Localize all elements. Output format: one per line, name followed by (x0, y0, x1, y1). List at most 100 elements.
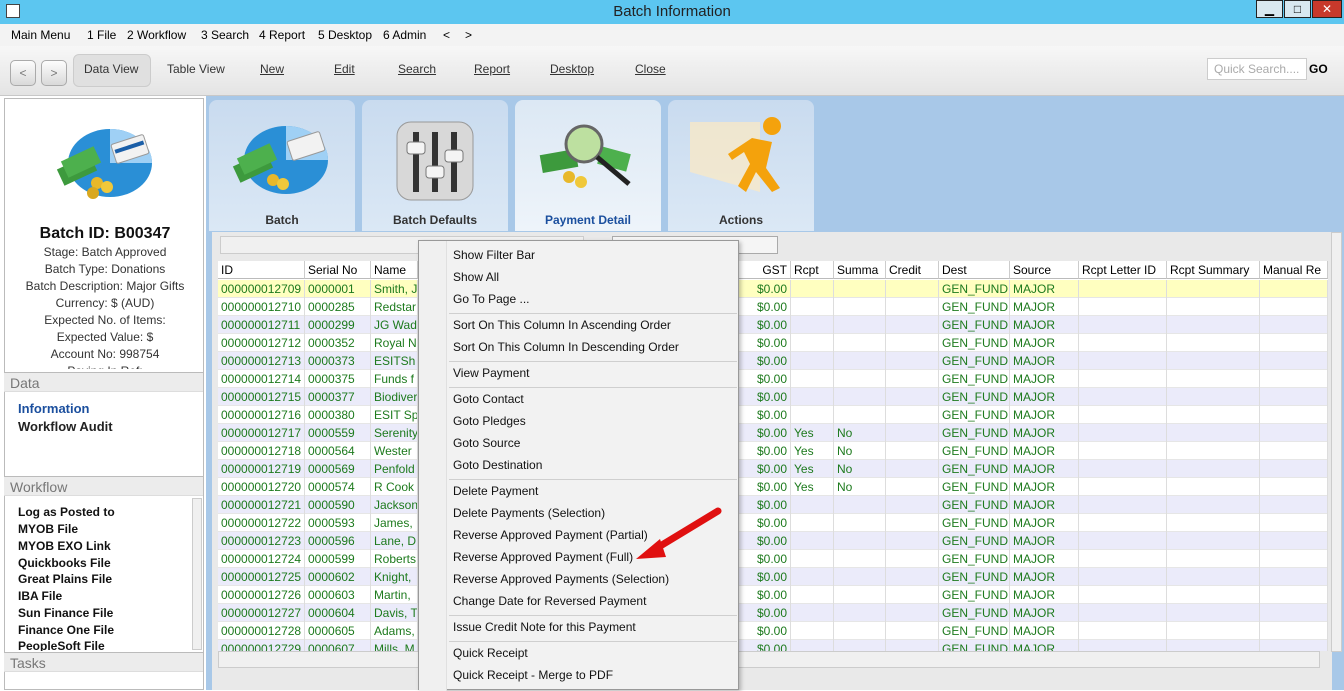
menu-item-goto-contact[interactable]: Goto Contact (453, 392, 524, 406)
table-row[interactable]: 000000012729 0000607 Mills, M $0.00 GEN_FUND… (218, 640, 1328, 651)
menu-item-quick-receipt[interactable]: Quick Receipt (453, 646, 528, 660)
table-row[interactable]: 000000012714 0000375 Funds f $0.00 GEN_FUND M… (218, 370, 1328, 388)
wf-iba[interactable]: IBA File (18, 589, 62, 603)
grid-vertical-scrollbar[interactable] (1331, 232, 1342, 652)
menu-item-issue-credit-note[interactable]: Issue Credit Note for this Payment (453, 620, 636, 634)
forward-button[interactable]: > (41, 60, 67, 86)
table-row[interactable]: 000000012710 0000285 Redstar $0.00 GEN_FUND M… (218, 298, 1328, 316)
close-window-icon[interactable]: ✕ (1312, 0, 1342, 18)
table-row[interactable]: 000000012720 0000574 R Cook $0.00 Yes No GEN_F… (218, 478, 1328, 496)
information-link[interactable]: Information (18, 401, 90, 416)
table-row[interactable]: 000000012715 0000377 Biodiver $0.00 GEN_FUND… (218, 388, 1328, 406)
table-row[interactable]: 000000012709 0000001 Smith, J $0.00 GEN_FUND… (218, 280, 1328, 298)
workflow-section-header[interactable]: Workflow (4, 476, 203, 496)
close-button[interactable]: Close (635, 62, 666, 76)
tab-batch[interactable]: Batch (209, 100, 355, 231)
menu-item-show-all[interactable]: Show All (453, 270, 499, 284)
menu-item-sort-ascending[interactable]: Sort On This Column In Ascending Order (453, 318, 671, 332)
wf-myob-file[interactable]: MYOB File (18, 522, 78, 536)
menu-item-go-to-page[interactable]: Go To Page ... (453, 292, 530, 306)
menu-item-goto-source[interactable]: Goto Source (453, 436, 520, 450)
table-view-button[interactable]: Table View (167, 62, 225, 76)
table-row[interactable]: 000000012713 0000373 ESITSh $0.00 GEN_FUND MA… (218, 352, 1328, 370)
menu-item-reverse-payment-full[interactable]: Reverse Approved Payment (Full) (453, 550, 633, 564)
col-manual[interactable]: Manual Re (1260, 261, 1328, 279)
menu-item-delete-payments-selection[interactable]: Delete Payments (Selection) (453, 506, 605, 520)
quick-search-input[interactable]: Quick Search.... (1207, 58, 1307, 80)
wf-quickbooks[interactable]: Quickbooks File (18, 556, 111, 570)
tasks-section-header[interactable]: Tasks (4, 652, 203, 672)
menu-desktop[interactable]: 5 Desktop (318, 28, 372, 42)
tab-payment-detail[interactable]: Payment Detail (515, 100, 661, 231)
table-row[interactable]: 000000012728 0000605 Adams, $0.00 GEN_FUND MA… (218, 622, 1328, 640)
table-cell (886, 550, 939, 568)
workflow-audit-link[interactable]: Workflow Audit (18, 419, 113, 434)
col-serial[interactable]: Serial No (305, 261, 371, 279)
table-row[interactable]: 000000012724 0000599 Roberts $0.00 GEN_FUND M… (218, 550, 1328, 568)
search-button[interactable]: Search (398, 62, 436, 76)
table-cell (886, 586, 939, 604)
wf-log-posted[interactable]: Log as Posted to (18, 505, 115, 519)
report-button[interactable]: Report (474, 62, 510, 76)
menu-item-sort-descending[interactable]: Sort On This Column In Descending Order (453, 340, 679, 354)
back-button[interactable]: < (10, 60, 36, 86)
menu-admin[interactable]: 6 Admin (383, 28, 426, 42)
table-cell: GEN_FUND (939, 622, 1010, 640)
col-gst[interactable]: GST (738, 261, 791, 279)
menu-main[interactable]: Main Menu (11, 28, 70, 42)
table-row[interactable]: 000000012719 0000569 Penfold $0.00 Yes No GEN_… (218, 460, 1328, 478)
table-row[interactable]: 000000012717 0000559 Serenity $0.00 Yes No GEN… (218, 424, 1328, 442)
tab-batch-defaults[interactable]: Batch Defaults (362, 100, 508, 231)
wf-peoplesoft[interactable]: PeopleSoft File (18, 639, 105, 651)
table-row[interactable]: 000000012716 0000380 ESIT Sp $0.00 GEN_FUND M… (218, 406, 1328, 424)
desktop-button[interactable]: Desktop (550, 62, 594, 76)
data-view-button[interactable]: Data View (84, 62, 138, 76)
table-row[interactable]: 000000012712 0000352 Royal N $0.00 GEN_FUND M… (218, 334, 1328, 352)
col-rcpt-summary[interactable]: Rcpt Summary (1167, 261, 1260, 279)
menu-scroll-left[interactable]: < (443, 28, 450, 42)
col-id[interactable]: ID (218, 261, 305, 279)
menu-item-show-filter-bar[interactable]: Show Filter Bar (453, 248, 535, 262)
tab-actions[interactable]: Actions (668, 100, 814, 231)
menu-item-goto-destination[interactable]: Goto Destination (453, 458, 542, 472)
col-source[interactable]: Source (1010, 261, 1079, 279)
menu-scroll-right[interactable]: > (465, 28, 472, 42)
grid-horizontal-scrollbar[interactable] (218, 651, 1320, 668)
menu-item-quick-receipt-merge-pdf[interactable]: Quick Receipt - Merge to PDF (453, 668, 613, 682)
wf-sun-finance[interactable]: Sun Finance File (18, 606, 113, 620)
workflow-scrollbar[interactable] (192, 498, 202, 650)
menu-item-reverse-payment-partial[interactable]: Reverse Approved Payment (Partial) (453, 528, 648, 542)
go-button[interactable]: GO (1309, 62, 1328, 76)
wf-myob-exo[interactable]: MYOB EXO Link (18, 539, 111, 553)
col-credit[interactable]: Credit (886, 261, 939, 279)
table-row[interactable]: 000000012721 0000590 Jackson $0.00 GEN_FUND M… (218, 496, 1328, 514)
table-row[interactable]: 000000012726 0000603 Martin, $0.00 GEN_FUND M… (218, 586, 1328, 604)
col-name[interactable]: Name (371, 261, 418, 279)
menu-item-change-date-reversed[interactable]: Change Date for Reversed Payment (453, 594, 646, 608)
menu-item-view-payment[interactable]: View Payment (453, 366, 529, 380)
table-row[interactable]: 000000012722 0000593 James, $0.00 GEN_FUND MA… (218, 514, 1328, 532)
table-row[interactable]: 000000012718 0000564 Wester $0.00 Yes No GEN_F… (218, 442, 1328, 460)
table-row[interactable]: 000000012723 0000596 Lane, D $0.00 GEN_FUND M… (218, 532, 1328, 550)
data-section-header[interactable]: Data (4, 372, 203, 392)
table-row[interactable]: 000000012725 0000602 Knight, $0.00 GEN_FUND M… (218, 568, 1328, 586)
minimize-icon[interactable]: ▁ (1256, 0, 1283, 18)
col-dest[interactable]: Dest (939, 261, 1010, 279)
table-row[interactable]: 000000012727 0000604 Davis, T $0.00 GEN_FUND… (218, 604, 1328, 622)
col-rcpt-letter[interactable]: Rcpt Letter ID (1079, 261, 1167, 279)
maximize-icon[interactable]: □ (1284, 0, 1311, 18)
menu-search[interactable]: 3 Search (201, 28, 249, 42)
new-button[interactable]: New (260, 62, 284, 76)
wf-great-plains[interactable]: Great Plains File (18, 572, 112, 586)
menu-item-goto-pledges[interactable]: Goto Pledges (453, 414, 526, 428)
table-row[interactable]: 000000012711 0000299 JG Wad $0.00 GEN_FUND MA… (218, 316, 1328, 334)
edit-button[interactable]: Edit (334, 62, 355, 76)
wf-finance-one[interactable]: Finance One File (18, 623, 114, 637)
menu-report[interactable]: 4 Report (259, 28, 305, 42)
menu-file[interactable]: 1 File (87, 28, 116, 42)
menu-item-delete-payment[interactable]: Delete Payment (453, 484, 538, 498)
menu-item-reverse-payments-selection[interactable]: Reverse Approved Payments (Selection) (453, 572, 669, 586)
col-summary[interactable]: Summa (834, 261, 886, 279)
menu-workflow[interactable]: 2 Workflow (127, 28, 186, 42)
col-rcpt[interactable]: Rcpt (791, 261, 834, 279)
